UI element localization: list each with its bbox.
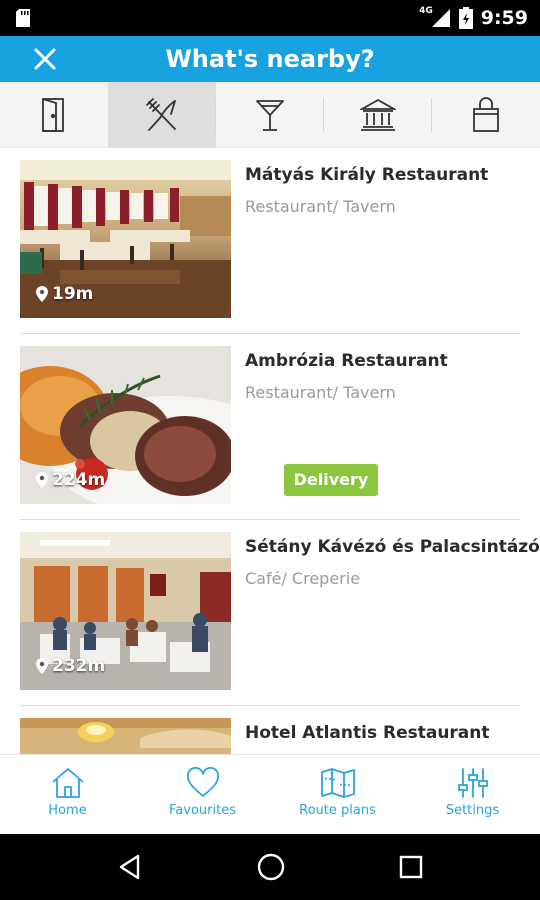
place-name: Sétány Kávézó és Palacsintázó — [245, 537, 540, 557]
delivery-badge: Delivery — [284, 464, 378, 496]
status-bar: 4G 9:59 — [0, 0, 540, 36]
place-photo: 19m — [20, 160, 231, 318]
tab-bars[interactable] — [216, 82, 324, 148]
network-type: 4G — [419, 6, 433, 16]
map-icon — [320, 768, 355, 798]
home-icon — [51, 768, 84, 798]
place-type: Restaurant/ Tavern — [245, 197, 396, 216]
sliders-icon — [457, 768, 488, 798]
nav-favourites[interactable]: Favourites — [135, 755, 270, 834]
tab-door[interactable] — [0, 82, 108, 148]
distance-label: 232m — [36, 656, 105, 676]
places-list: 19m Mátyás Király Restaurant Restaurant/… — [0, 148, 540, 754]
location-pin-icon — [36, 286, 48, 302]
tab-restaurants[interactable] — [108, 82, 216, 148]
close-icon — [34, 48, 56, 70]
nav-settings[interactable]: Settings — [405, 755, 540, 834]
door-icon — [42, 98, 64, 132]
place-type: Restaurant/ Tavern — [245, 383, 396, 402]
place-photo: 224m — [20, 346, 231, 504]
bottom-nav: Home Favourites Route plans Settings — [0, 754, 540, 834]
home-button-icon[interactable] — [256, 852, 286, 882]
list-item[interactable]: 232m Sétány Kávézó és Palacsintázó Café/… — [20, 520, 540, 706]
battery-icon — [458, 7, 473, 29]
museum-icon — [360, 98, 396, 131]
sd-card-icon — [16, 9, 30, 27]
place-type: Café/ Creperie — [245, 569, 361, 588]
category-tabs — [0, 82, 540, 148]
list-item[interactable]: 224m Ambrózia Restaurant Restaurant/ Tav… — [20, 334, 520, 520]
back-icon[interactable] — [116, 853, 144, 881]
page-title: What's nearby? — [165, 45, 375, 73]
location-pin-icon — [36, 658, 48, 674]
tab-museums[interactable] — [324, 82, 432, 148]
place-name: Ambrózia Restaurant — [245, 351, 448, 371]
heart-icon — [186, 767, 219, 797]
signal-icon — [431, 9, 450, 27]
place-photo — [20, 718, 231, 754]
nav-label: Home — [48, 803, 87, 818]
clock: 9:59 — [480, 7, 528, 29]
tab-shopping[interactable] — [432, 82, 540, 148]
nav-route-plans[interactable]: Route plans — [270, 755, 405, 834]
close-button[interactable] — [30, 44, 60, 74]
system-nav-bar — [0, 834, 540, 900]
list-item[interactable]: Hotel Atlantis Restaurant — [20, 706, 520, 754]
cocktail-icon — [256, 100, 284, 131]
fork-knife-icon — [146, 98, 176, 131]
nav-label: Route plans — [299, 803, 376, 818]
nav-label: Favourites — [169, 803, 236, 818]
place-name: Hotel Atlantis Restaurant — [245, 723, 490, 743]
list-item[interactable]: 19m Mátyás Király Restaurant Restaurant/… — [20, 148, 520, 334]
place-name: Mátyás Király Restaurant — [245, 165, 489, 185]
shopping-bag-icon — [473, 97, 499, 132]
distance-label: 19m — [36, 284, 93, 304]
location-pin-icon — [36, 472, 48, 488]
place-photo: 232m — [20, 532, 231, 690]
recents-icon[interactable] — [398, 854, 424, 880]
app-bar: What's nearby? — [0, 36, 540, 82]
nav-home[interactable]: Home — [0, 755, 135, 834]
nav-label: Settings — [445, 803, 500, 818]
distance-label: 224m — [36, 470, 105, 490]
